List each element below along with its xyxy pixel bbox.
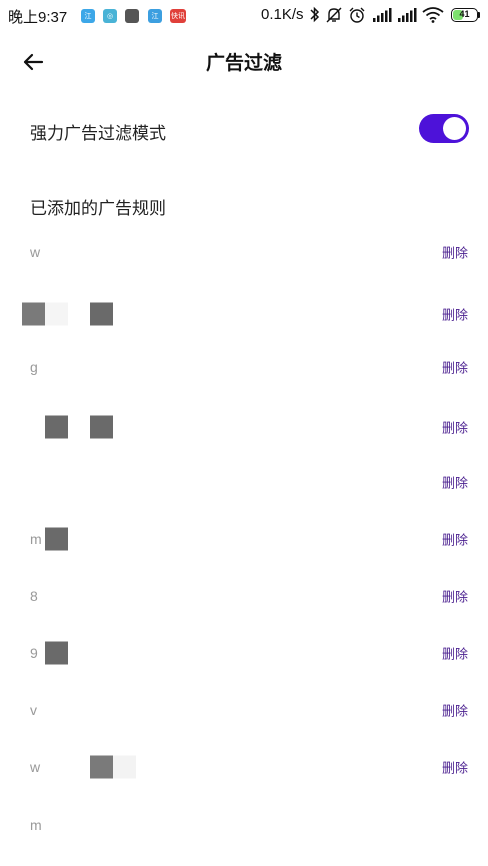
notif-app-icon: 快讯	[170, 9, 186, 23]
rule-item: v 删除	[0, 681, 488, 738]
signal-icon	[398, 8, 417, 22]
delete-button[interactable]: 删除	[442, 472, 468, 491]
bluetooth-icon	[310, 6, 320, 23]
alarm-icon	[349, 7, 365, 23]
redacted-block	[45, 527, 68, 550]
delete-button[interactable]: 删除	[442, 357, 468, 376]
rule-text: w	[30, 758, 41, 775]
delete-button[interactable]: 删除	[442, 242, 468, 261]
redacted-block	[45, 641, 68, 664]
rule-text: g	[30, 358, 38, 375]
delete-button[interactable]: 删除	[442, 643, 468, 662]
rule-item: g 删除	[0, 338, 488, 395]
delete-button[interactable]: 删除	[442, 417, 468, 436]
delete-button[interactable]: 删除	[442, 529, 468, 548]
redacted-block	[90, 415, 113, 438]
redacted-block	[22, 302, 45, 325]
page-title: 广告过滤	[205, 52, 282, 74]
notif-app-icon: 江	[81, 9, 95, 23]
signal-icon	[373, 8, 392, 22]
delete-button[interactable]: 删除	[442, 700, 468, 719]
rule-item: m	[0, 796, 488, 853]
battery-nub	[478, 12, 480, 18]
notif-app-icon	[125, 9, 139, 23]
battery-level: 41	[459, 9, 470, 19]
wifi-icon	[422, 7, 444, 23]
notif-app-icon: 江	[148, 9, 162, 23]
status-bar: 晚上9:37 江 ◎ 江 快讯 0.1K/s 41	[0, 0, 488, 32]
rule-item: 删除	[0, 285, 488, 342]
strong-mode-label: 强力广告过滤模式	[30, 124, 166, 144]
delete-button[interactable]: 删除	[442, 586, 468, 605]
redacted-block	[45, 415, 68, 438]
rule-text: w	[30, 243, 41, 260]
rule-item: 8 删除	[0, 567, 488, 624]
rule-item: 9 删除	[0, 624, 488, 681]
rule-item: 删除	[0, 398, 488, 455]
rule-text: v	[30, 701, 37, 718]
rule-text: m	[30, 530, 42, 547]
delete-button[interactable]: 删除	[442, 304, 468, 323]
redacted-block	[90, 755, 113, 778]
rule-text: m	[30, 816, 42, 833]
rule-item: 删除	[0, 453, 488, 510]
rule-item: w 删除	[0, 738, 488, 795]
redacted-block	[45, 302, 68, 325]
strong-mode-toggle[interactable]	[419, 114, 469, 143]
network-speed: 0.1K/s	[261, 6, 304, 23]
delete-button[interactable]: 删除	[442, 757, 468, 776]
notif-app-icon: ◎	[103, 9, 117, 23]
redacted-block	[90, 302, 113, 325]
rule-item: m 删除	[0, 510, 488, 567]
redacted-block	[113, 755, 136, 778]
status-time: 晚上9:37	[8, 9, 68, 26]
battery-icon: 41	[451, 8, 478, 22]
mute-icon	[326, 7, 342, 23]
rule-text: 8	[30, 587, 38, 604]
rules-section-label: 已添加的广告规则	[30, 199, 166, 219]
toggle-knob	[443, 117, 466, 140]
rule-text: 9	[30, 644, 38, 661]
rule-item: w 删除	[0, 223, 488, 280]
